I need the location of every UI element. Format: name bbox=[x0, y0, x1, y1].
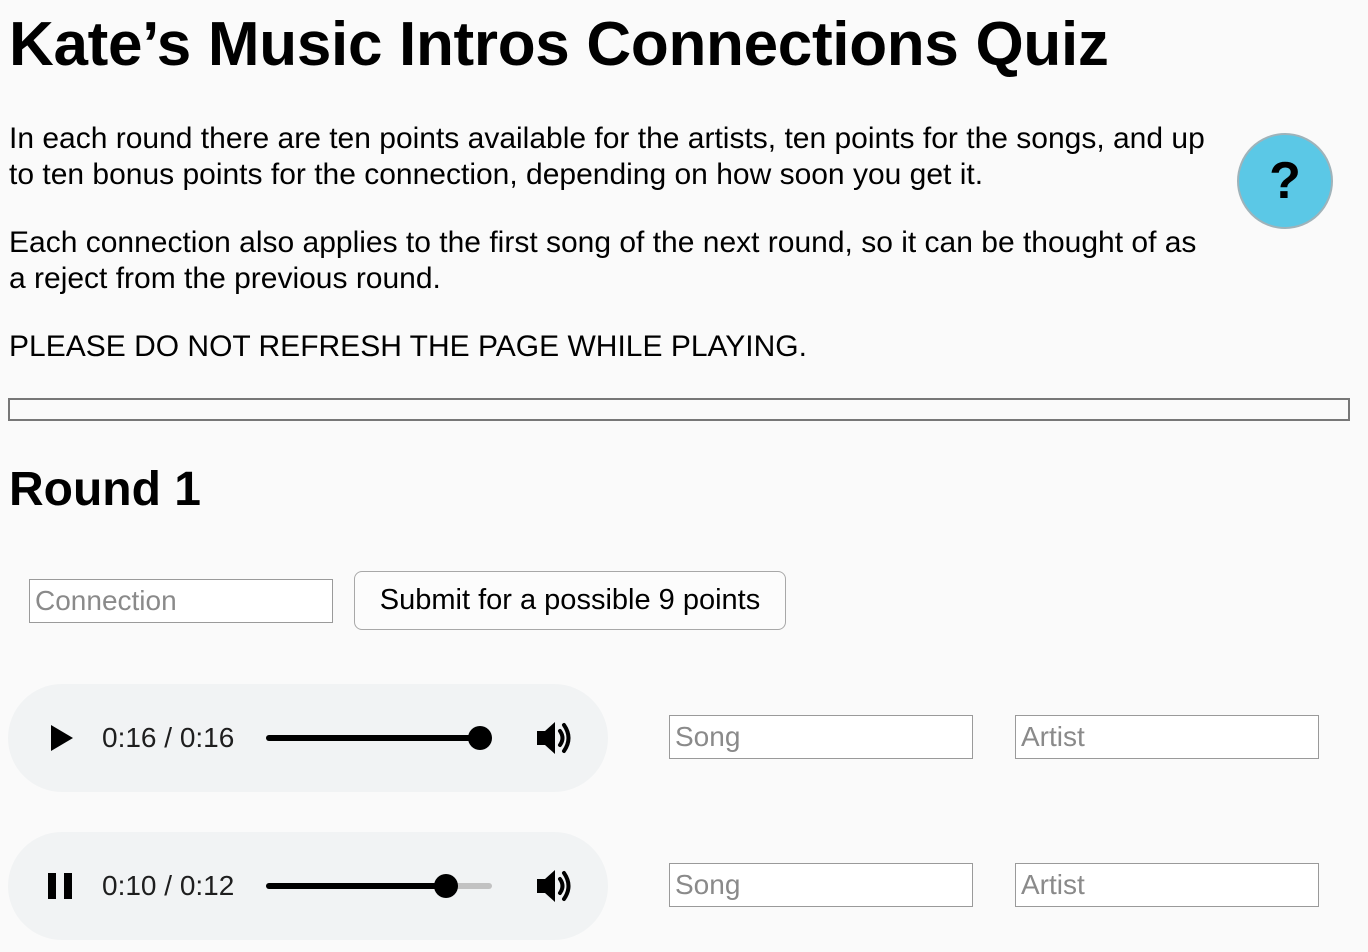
pause-button[interactable] bbox=[44, 870, 76, 902]
pause-icon bbox=[48, 873, 72, 899]
quiz-page: Kate’s Music Intros Connections Quiz In … bbox=[0, 0, 1368, 952]
submit-connection-button[interactable]: Submit for a possible 9 points bbox=[354, 571, 786, 630]
artist-input-2[interactable] bbox=[1015, 863, 1319, 907]
play-icon bbox=[51, 725, 73, 751]
page-title: Kate’s Music Intros Connections Quiz bbox=[9, 10, 1109, 79]
seek-slider-fill bbox=[266, 883, 447, 889]
seek-slider-fill bbox=[266, 735, 480, 741]
volume-icon bbox=[537, 870, 571, 902]
audio-player-2: 0:10 / 0:12 bbox=[8, 832, 608, 940]
round-heading: Round 1 bbox=[9, 463, 201, 516]
refresh-warning: PLEASE DO NOT REFRESH THE PAGE WHILE PLA… bbox=[9, 330, 807, 363]
seek-slider-thumb[interactable] bbox=[468, 726, 492, 750]
time-display: 0:16 / 0:16 bbox=[102, 722, 235, 753]
artist-input-1[interactable] bbox=[1015, 715, 1319, 759]
quiz-progress-bar bbox=[8, 398, 1350, 421]
seek-slider-thumb[interactable] bbox=[434, 874, 459, 898]
seek-slider[interactable] bbox=[266, 874, 492, 898]
volume-button[interactable] bbox=[534, 718, 576, 758]
song-input-2[interactable] bbox=[669, 863, 973, 907]
question-mark-icon: ? bbox=[1269, 152, 1301, 210]
time-display: 0:10 / 0:12 bbox=[102, 870, 235, 901]
connection-input[interactable] bbox=[29, 579, 333, 623]
volume-button[interactable] bbox=[534, 866, 576, 906]
rules-paragraph: In each round there are ten points avail… bbox=[9, 122, 1205, 191]
song-input-1[interactable] bbox=[669, 715, 973, 759]
help-button[interactable]: ? bbox=[1237, 133, 1333, 229]
audio-player-1: 0:16 / 0:16 bbox=[8, 684, 608, 792]
play-button[interactable] bbox=[44, 722, 76, 754]
seek-slider[interactable] bbox=[266, 726, 492, 750]
connection-rule-paragraph: Each connection also applies to the firs… bbox=[9, 226, 1197, 295]
volume-icon bbox=[537, 722, 571, 754]
